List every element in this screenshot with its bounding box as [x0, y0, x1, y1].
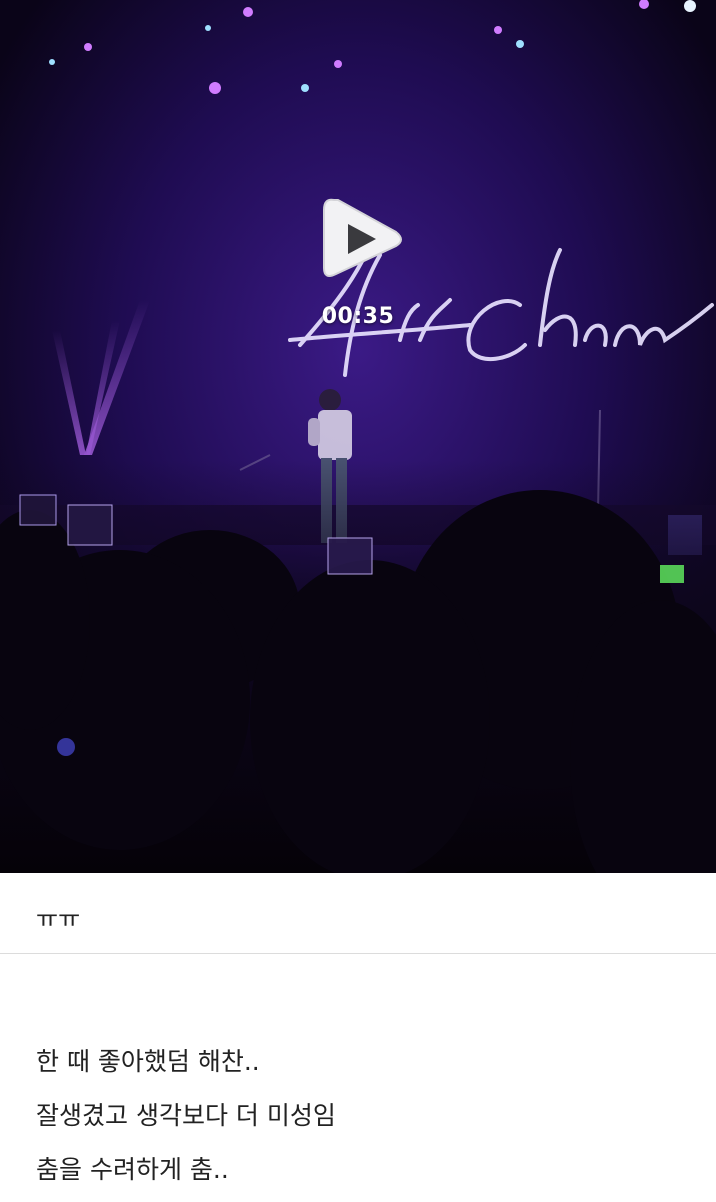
comment-row: ㅠㅠ [0, 873, 716, 954]
concert-video-thumbnail [0, 0, 716, 873]
play-icon [323, 198, 402, 277]
post-line: 한 때 좋아했덤 해찬.. [36, 1047, 260, 1076]
post-body: 한 때 좋아했덤 해찬.. 잘생겼고 생각보다 더 미성임 춤을 수려하게 춤.… [36, 1040, 686, 1202]
post-line: 춤을 수려하게 춤.. [36, 1155, 229, 1184]
play-button[interactable] [318, 190, 408, 285]
comment-text: ㅠㅠ [36, 905, 81, 933]
video-duration: 00:35 [321, 304, 395, 329]
video-player[interactable]: 00:35 [0, 0, 716, 873]
post-line: 잘생겼고 생각보다 더 미성임 [36, 1101, 336, 1130]
